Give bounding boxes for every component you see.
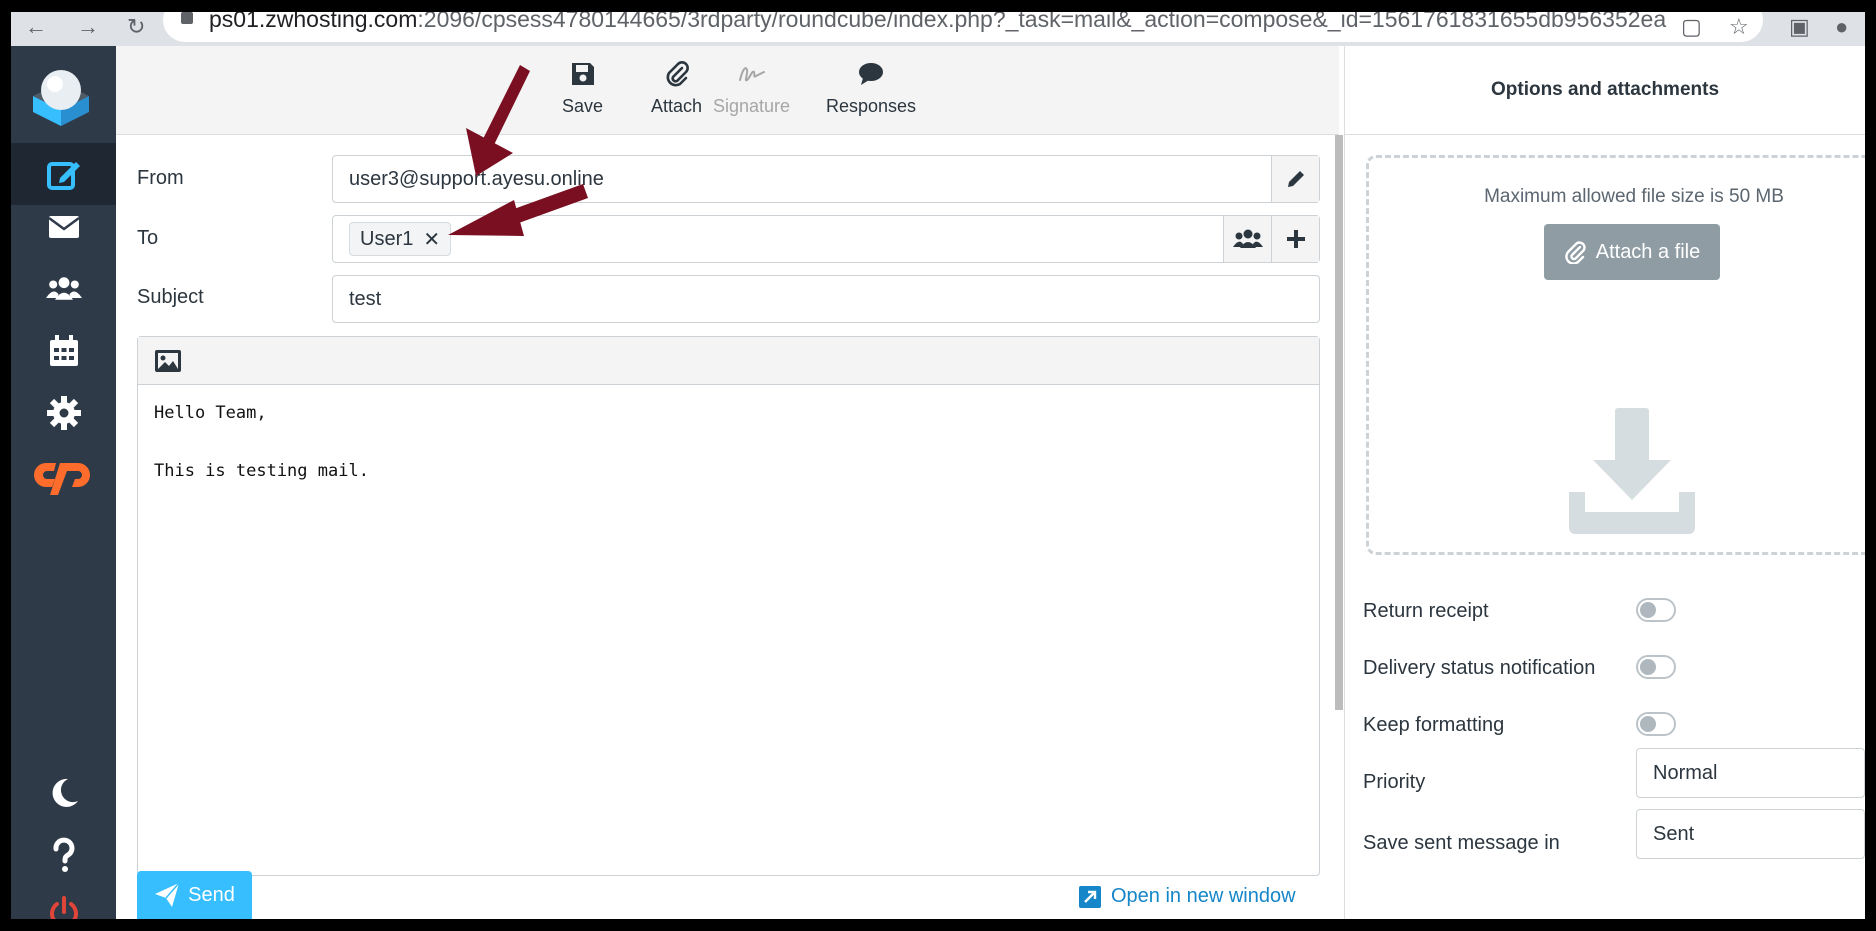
signature-button[interactable]: Signature — [713, 60, 790, 117]
sidebar-item-help[interactable] — [11, 824, 116, 886]
profile-avatar-icon[interactable]: ● — [1835, 14, 1848, 40]
paperclip-icon — [666, 61, 689, 87]
image-icon[interactable] — [154, 349, 182, 373]
to-label: To — [137, 227, 159, 249]
gear-icon — [46, 396, 81, 430]
forward-icon[interactable]: → — [77, 14, 99, 40]
compose-icon — [46, 162, 80, 190]
body-line: This is testing mail. — [154, 461, 369, 481]
sidebar-item-logout[interactable] — [11, 882, 116, 919]
attachment-dropzone[interactable]: Maximum allowed file size is 50 MB Attac… — [1366, 155, 1865, 555]
delivery-status-label: Delivery status notification — [1363, 657, 1596, 679]
envelope-icon — [47, 216, 80, 238]
send-label: Send — [188, 883, 235, 906]
from-field[interactable]: user3@support.ayesu.online — [332, 155, 1320, 203]
toggle-knob — [1640, 659, 1656, 675]
max-file-size-text: Maximum allowed file size is 50 MB — [1484, 186, 1784, 207]
save-label: Save — [562, 96, 604, 116]
calendar-icon — [49, 335, 78, 366]
editor-toolbar — [138, 337, 1319, 385]
add-header-button[interactable] — [1271, 216, 1319, 262]
panel-divider — [1344, 46, 1345, 919]
users-icon — [1232, 229, 1263, 248]
back-icon[interactable]: ← — [25, 14, 47, 40]
power-icon — [49, 896, 78, 919]
external-link-icon — [1079, 885, 1101, 908]
reload-icon[interactable]: ↻ — [127, 14, 145, 40]
question-mark-icon — [52, 837, 74, 872]
subject-label: Subject — [137, 286, 204, 308]
moon-icon — [52, 778, 78, 807]
sidebar-item-calendar[interactable] — [11, 320, 116, 382]
paperclip-icon — [1564, 241, 1586, 264]
toggle-knob — [1640, 716, 1656, 732]
share-icon[interactable]: ▢ — [1681, 14, 1702, 40]
add-contact-group-button[interactable] — [1223, 216, 1271, 262]
send-button[interactable]: Send — [137, 871, 252, 919]
from-label: From — [137, 167, 184, 189]
floppy-disk-icon — [571, 63, 594, 85]
recipient-chip[interactable]: User1 ✕ — [349, 222, 452, 256]
signature-icon — [738, 67, 765, 82]
priority-select[interactable]: Normal — [1636, 748, 1865, 798]
sidebar-item-dark-mode[interactable] — [11, 762, 116, 824]
address-bar: ← → ↻ ps01.zwhosting.com:2096/cpsess4780… — [11, 12, 1865, 46]
save-button[interactable]: Save — [562, 60, 603, 117]
message-body[interactable]: Hello Team, This is testing mail. — [154, 399, 369, 486]
return-receipt-toggle[interactable] — [1636, 598, 1676, 622]
bookmark-star-icon[interactable]: ☆ — [1729, 14, 1749, 40]
body-line: Hello Team, — [154, 403, 267, 423]
open-in-new-window-label: Open in new window — [1111, 885, 1296, 907]
pencil-icon — [1287, 171, 1304, 187]
attach-button[interactable]: Attach — [651, 60, 702, 117]
attach-label: Attach — [651, 96, 703, 116]
from-value: user3@support.ayesu.online — [349, 168, 604, 190]
roundcube-logo-icon[interactable] — [29, 66, 93, 126]
lock-icon[interactable] — [181, 12, 193, 24]
sidebar-item-contacts[interactable] — [11, 258, 116, 320]
delivery-status-toggle[interactable] — [1636, 655, 1676, 679]
main-sidebar — [11, 46, 116, 919]
priority-value: Normal — [1653, 762, 1718, 784]
signature-label: Signature — [713, 96, 791, 116]
cpanel-logo-icon — [33, 463, 90, 495]
browser-window: ← → ↻ ps01.zwhosting.com:2096/cpsess4780… — [11, 12, 1865, 919]
options-panel-title: Options and attachments — [1345, 46, 1865, 135]
responses-label: Responses — [826, 96, 917, 116]
subject-value: test — [349, 288, 382, 310]
speech-bubble-icon — [859, 63, 884, 85]
paper-plane-icon — [155, 882, 180, 907]
plus-icon — [1286, 230, 1305, 248]
sidebar-item-mail[interactable] — [11, 196, 116, 258]
save-sent-folder-select[interactable]: Sent — [1636, 809, 1865, 859]
toggle-knob — [1640, 602, 1656, 618]
to-field[interactable]: User1 ✕ — [332, 215, 1320, 263]
window-icon[interactable]: ▣ — [1789, 14, 1810, 40]
edit-identity-button[interactable] — [1271, 156, 1319, 202]
keep-formatting-toggle[interactable] — [1636, 712, 1676, 736]
remove-recipient-icon[interactable]: ✕ — [423, 227, 440, 252]
message-editor[interactable]: Hello Team, This is testing mail. — [137, 336, 1320, 876]
priority-label: Priority — [1363, 771, 1426, 793]
body-line — [154, 428, 369, 457]
return-receipt-label: Return receipt — [1363, 600, 1489, 622]
sidebar-item-cpanel[interactable] — [11, 444, 116, 506]
url-text[interactable]: ps01.zwhosting.com:2096/cpsess4780144665… — [209, 12, 1666, 33]
open-in-new-window-link[interactable]: Open in new window — [1079, 885, 1296, 908]
recipient-name: User1 — [360, 227, 414, 250]
subject-input[interactable]: test — [332, 275, 1320, 323]
responses-button[interactable]: Responses — [826, 60, 916, 117]
sidebar-item-settings[interactable] — [11, 382, 116, 444]
save-sent-label: Save sent message in — [1363, 832, 1560, 854]
attach-a-file-button[interactable]: Attach a file — [1544, 224, 1720, 280]
download-icon — [1569, 408, 1695, 534]
keep-formatting-label: Keep formatting — [1363, 714, 1505, 736]
compose-scrollbar[interactable] — [1335, 135, 1343, 710]
screenshot-frame: ← → ↻ ps01.zwhosting.com:2096/cpsess4780… — [0, 0, 1876, 931]
compose-toolbar: Save Attach Signature Responses — [116, 46, 1339, 135]
attach-a-file-label: Attach a file — [1595, 240, 1701, 263]
save-sent-value: Sent — [1653, 823, 1695, 845]
users-icon — [45, 277, 82, 300]
